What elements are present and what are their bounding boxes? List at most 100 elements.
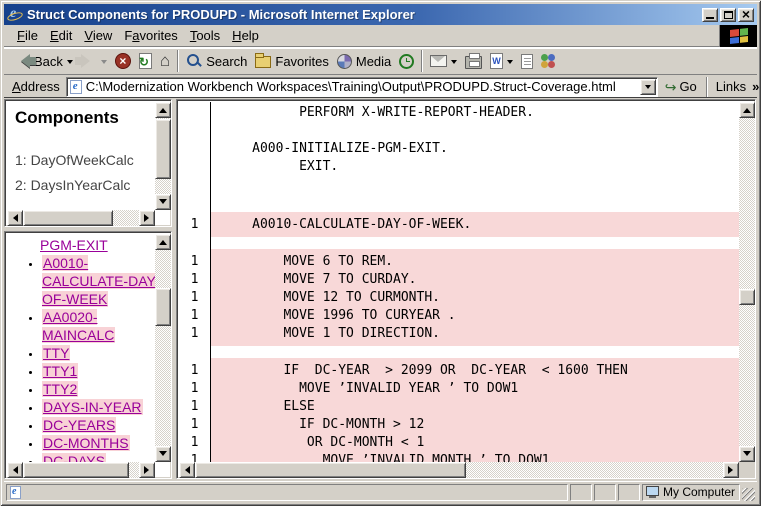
paragraph-link[interactable]: TTY2: [42, 381, 78, 397]
scroll-right-button[interactable]: [139, 462, 155, 478]
paragraph-link[interactable]: DC-MONTHS: [42, 435, 130, 451]
scrollbar-thumb[interactable]: [23, 210, 113, 226]
components-vertical-scrollbar[interactable]: [155, 102, 171, 210]
paragraph-link[interactable]: A0010-CALCULATE-DAY-OF-WEEK: [42, 255, 159, 307]
print-button[interactable]: [461, 49, 486, 73]
title-bar[interactable]: Struct Components for PRODUPD - Microsof…: [4, 4, 757, 25]
go-button[interactable]: Go: [658, 76, 704, 98]
coverage-count: [179, 104, 210, 122]
scroll-up-button[interactable]: [155, 234, 171, 250]
back-button[interactable]: Back: [10, 49, 77, 73]
link-list-item: TTY1: [42, 362, 169, 380]
code-horizontal-scrollbar[interactable]: [179, 462, 739, 478]
scroll-left-button[interactable]: [7, 210, 23, 226]
paragraph-link[interactable]: TTY: [42, 345, 70, 361]
code-line: 1 MOVE 7 TO CURDAY.: [179, 271, 739, 289]
coverage-count: 1: [179, 307, 210, 325]
code-line: 1 MOVE ’INVALID YEAR ’ TO DOW1: [179, 380, 739, 398]
refresh-button[interactable]: [135, 49, 156, 73]
forward-button[interactable]: [77, 49, 111, 73]
links-horizontal-scrollbar[interactable]: [7, 462, 155, 478]
scrollbar-thumb[interactable]: [195, 462, 466, 478]
coverage-count: 1: [179, 452, 210, 462]
links-vertical-scrollbar[interactable]: [155, 234, 171, 462]
paragraph-link[interactable]: AA0020-MAINCALC: [42, 309, 115, 343]
close-button[interactable]: [738, 8, 754, 22]
media-icon: [337, 54, 352, 69]
window-controls: [702, 8, 754, 22]
code-line: 1 ELSE: [179, 398, 739, 416]
code-line: 1 IF DC-YEAR > 2099 OR DC-YEAR < 1600 TH…: [179, 362, 739, 380]
links-label: Links: [716, 79, 746, 94]
scrollbar-thumb[interactable]: [155, 288, 171, 326]
mail-button[interactable]: [426, 49, 461, 73]
code-text: [210, 176, 739, 194]
arrow-left-icon: [9, 214, 18, 222]
scroll-down-button[interactable]: [739, 446, 755, 462]
address-dropdown-button[interactable]: [640, 79, 656, 95]
scrollbar-thumb[interactable]: [155, 119, 171, 179]
menu-favorites[interactable]: Favorites: [118, 25, 183, 46]
links-toolbar[interactable]: Links »: [710, 79, 761, 94]
security-zone-pane: My Computer: [642, 484, 740, 501]
menu-view[interactable]: View: [78, 25, 118, 46]
code-line: A000-INITIALIZE-PGM-EXIT.: [179, 140, 739, 158]
forward-dropdown-icon[interactable]: [101, 60, 107, 67]
search-button[interactable]: Search: [182, 49, 251, 73]
address-bar: Address C:\Modernization Workbench Works…: [4, 76, 757, 98]
menu-help[interactable]: Help: [226, 25, 265, 46]
messenger-button[interactable]: [537, 49, 560, 73]
menu-file[interactable]: File: [11, 25, 44, 46]
menu-bar: FileEditViewFavoritesToolsHelp: [4, 25, 757, 47]
back-label: Back: [34, 54, 63, 69]
scrollbar-thumb[interactable]: [739, 289, 755, 305]
scroll-up-button[interactable]: [739, 102, 755, 118]
mail-dropdown-icon[interactable]: [451, 60, 457, 67]
partial-link-item[interactable]: PGM-EXIT: [40, 236, 169, 254]
discuss-button[interactable]: [517, 49, 537, 73]
menu-edit[interactable]: Edit: [44, 25, 78, 46]
history-button[interactable]: [395, 49, 418, 73]
address-value[interactable]: C:\Modernization Workbench Workspaces\Tr…: [86, 79, 657, 94]
refresh-icon: [139, 53, 152, 69]
media-button[interactable]: Media: [333, 49, 395, 73]
scrollbar-thumb[interactable]: [23, 462, 129, 478]
paragraph-link[interactable]: DC-YEARS: [42, 417, 116, 433]
minimize-button[interactable]: [702, 8, 718, 22]
frameset: Components 1: DayOfWeekCalc2: DaysInYear…: [3, 98, 758, 481]
favorites-button[interactable]: Favorites: [251, 49, 332, 73]
scroll-up-button[interactable]: [155, 102, 171, 118]
status-bar: My Computer: [4, 481, 757, 502]
home-button[interactable]: [156, 49, 174, 73]
stop-button[interactable]: [111, 49, 135, 73]
code-vertical-scrollbar[interactable]: [739, 102, 755, 462]
scroll-left-button[interactable]: [7, 462, 23, 478]
back-dropdown-icon[interactable]: [67, 60, 73, 67]
edit-button[interactable]: [486, 49, 517, 73]
links-chevron-icon[interactable]: »: [752, 79, 759, 94]
resize-grip[interactable]: [742, 488, 755, 501]
scroll-down-button[interactable]: [155, 194, 171, 210]
coverage-count: [179, 346, 210, 358]
component-item[interactable]: 1: DayOfWeekCalc: [15, 148, 134, 173]
menu-tools[interactable]: Tools: [184, 25, 226, 46]
edit-dropdown-icon[interactable]: [507, 60, 513, 67]
paragraph-link[interactable]: TTY1: [42, 363, 78, 379]
scroll-left-button[interactable]: [179, 462, 195, 478]
link-list-item: TTY2: [42, 380, 169, 398]
component-item[interactable]: 2: DaysInYearCalc: [15, 173, 134, 198]
scroll-right-button[interactable]: [139, 210, 155, 226]
maximize-button[interactable]: [720, 8, 736, 22]
paragraph-link[interactable]: DAYS-IN-YEAR: [42, 399, 143, 415]
code-text: [210, 122, 739, 140]
toolbar: Back Search Favorites Media: [4, 48, 757, 75]
arrow-down-icon: [159, 199, 167, 208]
arrow-right-icon: [728, 466, 737, 474]
code-text: IF DC-MONTH > 12: [210, 416, 739, 434]
scroll-right-button[interactable]: [723, 462, 739, 478]
coverage-count: 1: [179, 362, 210, 380]
components-horizontal-scrollbar[interactable]: [7, 210, 155, 226]
address-field[interactable]: C:\Modernization Workbench Workspaces\Tr…: [66, 77, 658, 97]
paragraph-link[interactable]: PGM-EXIT: [40, 237, 108, 253]
scroll-down-button[interactable]: [155, 446, 171, 462]
